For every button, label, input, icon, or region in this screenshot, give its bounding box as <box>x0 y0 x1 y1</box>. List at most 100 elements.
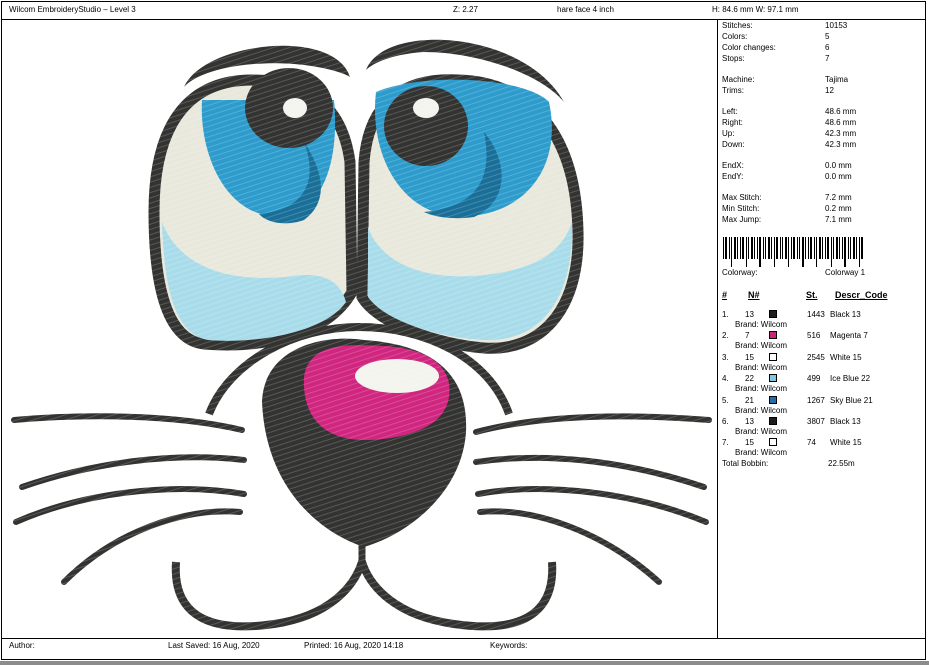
barcode-bar <box>748 237 749 259</box>
column-header-stitches: St. <box>806 290 818 300</box>
barcode-bar <box>799 237 800 259</box>
barcode-bar <box>771 237 772 259</box>
stat-value: 7.1 mm <box>825 215 852 224</box>
stat-value: 12 <box>825 86 834 95</box>
zoom-level: Z: 2.27 <box>453 5 478 14</box>
stat-value: 48.6 mm <box>825 107 857 116</box>
keywords-label: Keywords: <box>490 641 528 650</box>
barcode-bar <box>822 237 823 259</box>
color-row: 3. 15 2545 White 15 Brand: Wilcom <box>721 352 921 374</box>
total-bobbin-label: Total Bobbin: <box>722 459 769 468</box>
stat-value: 0.2 mm <box>825 204 852 213</box>
barcode-bar <box>774 237 775 267</box>
colorway-value: Colorway 1 <box>825 268 866 277</box>
barcode-bar <box>825 237 826 259</box>
barcode-bar <box>797 237 798 259</box>
stat-row: Stops: 7 <box>721 54 921 64</box>
barcode-bar <box>757 237 758 259</box>
barcode-bar <box>768 237 770 259</box>
color-row: 7. 15 74 White 15 Brand: Wilcom <box>721 438 921 459</box>
stat-row: Down: 42.3 mm <box>721 140 921 150</box>
thread-brand: Brand: Wilcom <box>735 405 788 415</box>
barcode-bar <box>782 237 783 259</box>
thread-brand: Brand: Wilcom <box>735 427 788 436</box>
stat-row: EndX: 0.0 mm <box>721 161 921 171</box>
thread-description: White 15 <box>830 352 862 362</box>
barcode-bar <box>827 237 829 259</box>
barcode-bar <box>759 237 761 267</box>
barcode-bar <box>785 237 787 259</box>
stitch-count: 1267 <box>807 395 825 405</box>
barcode-bar <box>776 237 778 259</box>
thread-brand: Brand: Wilcom <box>735 384 788 394</box>
stat-row: Max Jump: 7.1 mm <box>721 215 921 225</box>
barcode-bar <box>819 237 821 259</box>
barcode-bar <box>805 237 806 259</box>
stat-row: Min Stitch: 0.2 mm <box>721 204 921 214</box>
stat-label: Color changes: <box>722 43 776 52</box>
window-bottom-edge <box>0 661 929 665</box>
barcode-bar <box>850 237 851 259</box>
barcode-bar <box>831 237 832 267</box>
author-label: Author: <box>9 641 35 650</box>
barcode-bar <box>861 237 863 259</box>
panel-divider <box>717 20 718 639</box>
stat-row: Up: 42.3 mm <box>721 129 921 139</box>
color-number: 2. <box>722 331 729 341</box>
stat-row: Color changes: 6 <box>721 43 921 53</box>
stat-label: Stitches: <box>722 21 753 30</box>
barcode-bar <box>814 237 815 259</box>
thread-brand: Brand: Wilcom <box>735 362 788 372</box>
barcode-bar <box>802 237 804 267</box>
color-number: 5. <box>722 395 729 405</box>
barcode-bar <box>836 237 838 259</box>
barcode-bar <box>793 237 795 259</box>
stat-row: Max Stitch: 7.2 mm <box>721 193 921 203</box>
stat-label: Stops: <box>722 54 745 63</box>
column-header-description: Descr_Code <box>835 290 888 300</box>
stat-label: Down: <box>722 140 745 149</box>
stat-label: EndY: <box>722 172 744 181</box>
barcode <box>723 237 863 267</box>
stitch-count: 74 <box>807 438 816 448</box>
barcode-bar <box>723 237 724 259</box>
barcode-bar <box>729 237 730 259</box>
barcode-bar <box>763 237 764 259</box>
stat-row: Stitches: 10153 <box>721 21 921 31</box>
design-info-panel: Stitches: 10153 Colors: 5 Color changes: 6 … <box>721 21 921 637</box>
stat-label: Up: <box>722 129 735 138</box>
stitch-count: 516 <box>807 331 821 341</box>
stat-label: Colors: <box>722 32 748 41</box>
color-number: 6. <box>722 417 729 426</box>
color-row: 6. 13 3807 Black 13 Brand: Wilcom <box>721 417 921 438</box>
barcode-bar <box>765 237 766 259</box>
stat-value: Tajima <box>825 75 849 84</box>
colorway-label: Colorway: <box>722 268 758 277</box>
stat-value: 48.6 mm <box>825 118 857 127</box>
color-row: 5. 21 1267 Sky Blue 21 Brand: Wilcom <box>721 395 921 417</box>
needle-number: 15 <box>745 438 754 448</box>
stat-value: 42.3 mm <box>825 129 857 138</box>
stitch-count: 1443 <box>807 310 825 319</box>
needle-number: 13 <box>745 417 754 426</box>
barcode-bar <box>839 237 840 259</box>
needle-number: 15 <box>745 352 754 362</box>
stat-label: Max Stitch: <box>722 193 762 202</box>
color-swatch <box>769 395 777 404</box>
color-number: 3. <box>722 352 729 362</box>
color-swatch <box>769 352 777 361</box>
sheet-header: Wilcom EmbroideryStudio – Level 3 Z: 2.2… <box>2 2 925 20</box>
thread-brand: Brand: Wilcom <box>735 448 788 458</box>
color-swatch <box>769 417 777 425</box>
barcode-bar <box>742 237 744 259</box>
barcode-bar <box>833 237 834 259</box>
stat-label: Right: <box>722 118 743 127</box>
barcode-bar <box>791 237 792 259</box>
barcode-bar <box>810 237 812 259</box>
color-row: 4. 22 499 Ice Blue 22 Brand: Wilcom <box>721 374 921 395</box>
needle-number: 7 <box>745 331 750 341</box>
stat-value: 0.0 mm <box>825 161 852 170</box>
last-saved: Last Saved: 16 Aug, 2020 <box>168 641 260 650</box>
barcode-bar <box>740 237 741 259</box>
barcode-bar <box>780 237 781 259</box>
